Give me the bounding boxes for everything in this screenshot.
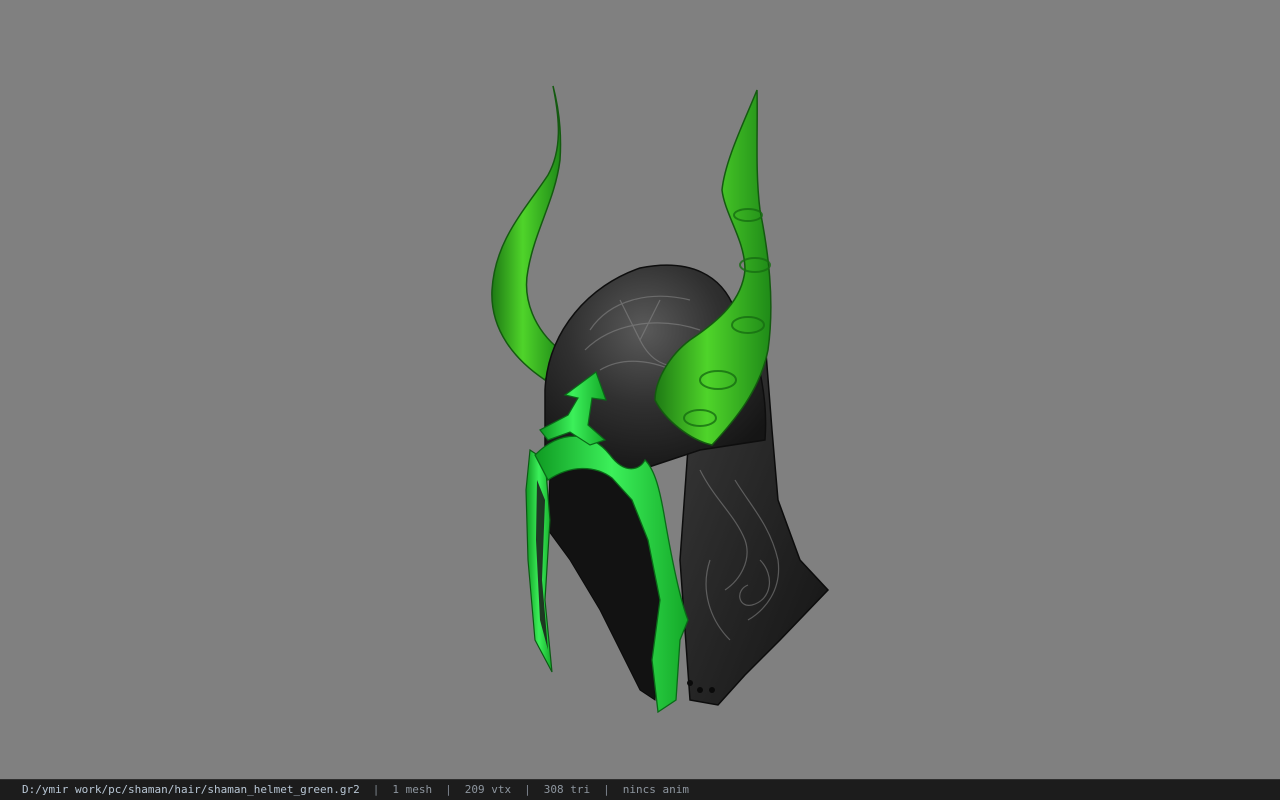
- status-separator: |: [445, 783, 452, 796]
- triangle-count: 308 tri: [543, 783, 591, 796]
- status-bar: D:/ymir work/pc/shaman/hair/shaman_helme…: [0, 779, 1280, 800]
- status-separator: |: [372, 783, 380, 796]
- model-viewport[interactable]: [0, 0, 1280, 779]
- vertex-count: 209 vtx: [464, 783, 512, 796]
- helmet-model: [491, 85, 830, 714]
- animation-status: nincs anim: [622, 783, 689, 796]
- left-horn: [491, 85, 562, 382]
- status-separator: |: [524, 783, 531, 796]
- mesh-count: 1 mesh: [392, 783, 433, 796]
- file-path: D:/ymir work/pc/shaman/hair/shaman_helme…: [22, 783, 360, 796]
- status-separator: |: [603, 783, 610, 796]
